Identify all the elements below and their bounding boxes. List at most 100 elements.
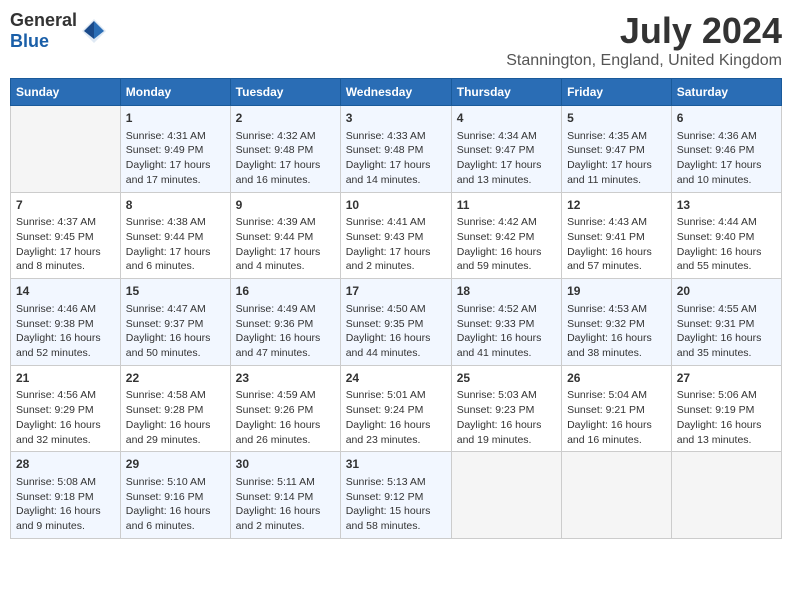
calendar-cell: 10Sunrise: 4:41 AM Sunset: 9:43 PM Dayli…: [340, 192, 451, 279]
day-number: 19: [567, 283, 666, 300]
calendar-cell: 20 Sunrise: 4:55 AM Sunset: 9:31 PM Dayli…: [671, 279, 781, 366]
header-day-saturday: Saturday: [671, 79, 781, 106]
day-number: 5: [567, 110, 666, 127]
day-info: Sunrise: 5:13 AM Sunset: 9:12 PM Dayligh…: [346, 475, 446, 534]
header-day-thursday: Thursday: [451, 79, 561, 106]
header-row: SundayMondayTuesdayWednesdayThursdayFrid…: [11, 79, 782, 106]
day-number: 14: [16, 283, 115, 300]
page-header: General Blue July 2024 Stannington, Engl…: [10, 10, 782, 70]
month-title: July 2024: [506, 10, 782, 52]
logo-icon: [80, 17, 108, 45]
day-number: 29: [126, 456, 225, 473]
calendar-cell: 22Sunrise: 4:58 AM Sunset: 9:28 PM Dayli…: [120, 365, 230, 452]
week-row-4: 21Sunrise: 4:56 AM Sunset: 9:29 PM Dayli…: [11, 365, 782, 452]
calendar-cell: 2 Sunrise: 4:32 AM Sunset: 9:48 PM Daylig…: [230, 106, 340, 193]
day-info: Sunrise: 5:10 AM Sunset: 9:16 PM Dayligh…: [126, 475, 225, 534]
day-info: Sunrise: 4:49 AM Sunset: 9:36 PM Dayligh…: [236, 302, 335, 361]
calendar-cell: [11, 106, 121, 193]
day-info: Sunrise: 4:52 AM Sunset: 9:33 PM Dayligh…: [457, 302, 556, 361]
day-number: 10: [346, 197, 446, 214]
calendar-cell: 4Sunrise: 4:34 AM Sunset: 9:47 PM Daylig…: [451, 106, 561, 193]
day-info: Sunrise: 5:06 AM Sunset: 9:19 PM Dayligh…: [677, 388, 776, 447]
day-info: Sunrise: 4:38 AM Sunset: 9:44 PM Dayligh…: [126, 215, 225, 274]
calendar-cell: 14 Sunrise: 4:46 AM Sunset: 9:38 PM Dayli…: [11, 279, 121, 366]
calendar-cell: 1Sunrise: 4:31 AM Sunset: 9:49 PM Daylig…: [120, 106, 230, 193]
day-number: 6: [677, 110, 776, 127]
day-info: Sunrise: 4:55 AM Sunset: 9:31 PM Dayligh…: [677, 302, 776, 361]
header-day-friday: Friday: [562, 79, 672, 106]
calendar-cell: [562, 452, 672, 539]
day-info: Sunrise: 4:32 AM Sunset: 9:48 PM Dayligh…: [236, 129, 335, 188]
logo-text: General Blue: [10, 10, 77, 52]
day-info: Sunrise: 5:08 AM Sunset: 9:18 PM Dayligh…: [16, 475, 115, 534]
logo-blue: Blue: [10, 31, 49, 51]
calendar-cell: 3 Sunrise: 4:33 AM Sunset: 9:48 PM Daylig…: [340, 106, 451, 193]
calendar-cell: 19 Sunrise: 4:53 AM Sunset: 9:32 PM Dayli…: [562, 279, 672, 366]
day-number: 26: [567, 370, 666, 387]
day-number: 2: [236, 110, 335, 127]
day-info: Sunrise: 5:11 AM Sunset: 9:14 PM Dayligh…: [236, 475, 335, 534]
day-number: 31: [346, 456, 446, 473]
day-number: 20: [677, 283, 776, 300]
location-title: Stannington, England, United Kingdom: [506, 52, 782, 70]
day-info: Sunrise: 4:46 AM Sunset: 9:38 PM Dayligh…: [16, 302, 115, 361]
calendar-cell: 29 Sunrise: 5:10 AM Sunset: 9:16 PM Dayli…: [120, 452, 230, 539]
day-number: 13: [677, 197, 776, 214]
header-day-wednesday: Wednesday: [340, 79, 451, 106]
day-number: 23: [236, 370, 335, 387]
day-info: Sunrise: 4:56 AM Sunset: 9:29 PM Dayligh…: [16, 388, 115, 447]
calendar-cell: [671, 452, 781, 539]
header-day-tuesday: Tuesday: [230, 79, 340, 106]
day-info: Sunrise: 4:42 AM Sunset: 9:42 PM Dayligh…: [457, 215, 556, 274]
day-info: Sunrise: 4:59 AM Sunset: 9:26 PM Dayligh…: [236, 388, 335, 447]
day-number: 8: [126, 197, 225, 214]
day-number: 7: [16, 197, 115, 214]
day-number: 1: [126, 110, 225, 127]
logo-general: General: [10, 10, 77, 30]
calendar-header: SundayMondayTuesdayWednesdayThursdayFrid…: [11, 79, 782, 106]
calendar-cell: 28 Sunrise: 5:08 AM Sunset: 9:18 PM Dayli…: [11, 452, 121, 539]
week-row-2: 7Sunrise: 4:37 AM Sunset: 9:45 PM Daylig…: [11, 192, 782, 279]
day-number: 28: [16, 456, 115, 473]
day-number: 9: [236, 197, 335, 214]
calendar-cell: 5 Sunrise: 4:35 AM Sunset: 9:47 PM Daylig…: [562, 106, 672, 193]
week-row-5: 28 Sunrise: 5:08 AM Sunset: 9:18 PM Dayli…: [11, 452, 782, 539]
title-block: July 2024 Stannington, England, United K…: [506, 10, 782, 70]
day-info: Sunrise: 4:47 AM Sunset: 9:37 PM Dayligh…: [126, 302, 225, 361]
header-day-sunday: Sunday: [11, 79, 121, 106]
day-info: Sunrise: 5:01 AM Sunset: 9:24 PM Dayligh…: [346, 388, 446, 447]
day-info: Sunrise: 4:44 AM Sunset: 9:40 PM Dayligh…: [677, 215, 776, 274]
day-number: 12: [567, 197, 666, 214]
day-number: 11: [457, 197, 556, 214]
day-info: Sunrise: 4:37 AM Sunset: 9:45 PM Dayligh…: [16, 215, 115, 274]
calendar-cell: [451, 452, 561, 539]
header-day-monday: Monday: [120, 79, 230, 106]
day-number: 24: [346, 370, 446, 387]
day-info: Sunrise: 4:53 AM Sunset: 9:32 PM Dayligh…: [567, 302, 666, 361]
day-number: 22: [126, 370, 225, 387]
day-info: Sunrise: 4:50 AM Sunset: 9:35 PM Dayligh…: [346, 302, 446, 361]
calendar-cell: 27Sunrise: 5:06 AM Sunset: 9:19 PM Dayli…: [671, 365, 781, 452]
day-info: Sunrise: 4:36 AM Sunset: 9:46 PM Dayligh…: [677, 129, 776, 188]
week-row-3: 14 Sunrise: 4:46 AM Sunset: 9:38 PM Dayli…: [11, 279, 782, 366]
calendar-cell: 17Sunrise: 4:50 AM Sunset: 9:35 PM Dayli…: [340, 279, 451, 366]
day-number: 15: [126, 283, 225, 300]
day-number: 21: [16, 370, 115, 387]
logo: General Blue: [10, 10, 108, 52]
day-info: Sunrise: 4:35 AM Sunset: 9:47 PM Dayligh…: [567, 129, 666, 188]
calendar-cell: 16 Sunrise: 4:49 AM Sunset: 9:36 PM Dayli…: [230, 279, 340, 366]
day-info: Sunrise: 4:33 AM Sunset: 9:48 PM Dayligh…: [346, 129, 446, 188]
calendar-cell: 13Sunrise: 4:44 AM Sunset: 9:40 PM Dayli…: [671, 192, 781, 279]
calendar-cell: 15 Sunrise: 4:47 AM Sunset: 9:37 PM Dayli…: [120, 279, 230, 366]
calendar-table: SundayMondayTuesdayWednesdayThursdayFrid…: [10, 78, 782, 539]
calendar-cell: 12Sunrise: 4:43 AM Sunset: 9:41 PM Dayli…: [562, 192, 672, 279]
calendar-cell: 31 Sunrise: 5:13 AM Sunset: 9:12 PM Dayli…: [340, 452, 451, 539]
day-number: 16: [236, 283, 335, 300]
calendar-cell: 21Sunrise: 4:56 AM Sunset: 9:29 PM Dayli…: [11, 365, 121, 452]
calendar-cell: 18Sunrise: 4:52 AM Sunset: 9:33 PM Dayli…: [451, 279, 561, 366]
calendar-cell: 25Sunrise: 5:03 AM Sunset: 9:23 PM Dayli…: [451, 365, 561, 452]
day-info: Sunrise: 4:41 AM Sunset: 9:43 PM Dayligh…: [346, 215, 446, 274]
day-info: Sunrise: 5:04 AM Sunset: 9:21 PM Dayligh…: [567, 388, 666, 447]
day-number: 3: [346, 110, 446, 127]
day-number: 4: [457, 110, 556, 127]
